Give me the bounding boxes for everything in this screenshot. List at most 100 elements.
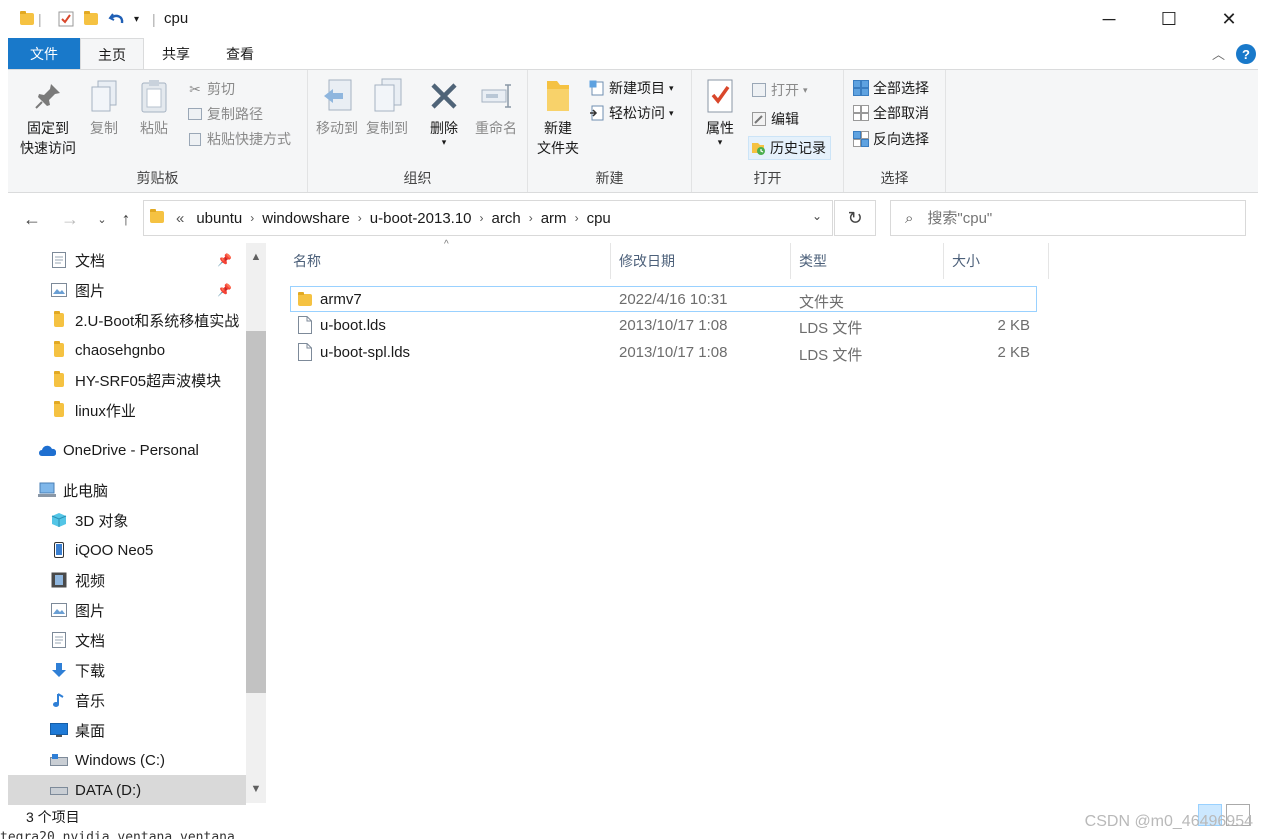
address-history-chevron-icon[interactable]: ⌄ — [812, 209, 822, 223]
copy-path-button[interactable]: 复制路径 — [186, 103, 263, 125]
new-folder-button[interactable]: 新建 文件夹 — [532, 76, 584, 158]
breadcrumb-cpu[interactable]: cpu — [581, 210, 617, 227]
customize-quick-access-icon[interactable]: ▾ — [134, 10, 139, 28]
address-overflow[interactable]: « — [170, 210, 190, 227]
nav-item-label: 音乐 — [75, 692, 106, 710]
copy-to-button[interactable]: 复制到 — [364, 76, 410, 138]
close-button[interactable]: ✕ — [1198, 0, 1260, 38]
scroll-down-icon[interactable]: ▼ — [246, 779, 266, 799]
nav-item-label: 图片 — [75, 602, 106, 620]
file-row[interactable]: u-boot-spl.lds 2013/10/17 1:08 LDS 文件 2 … — [290, 340, 1037, 366]
up-arrow-icon[interactable]: ↑ — [114, 207, 138, 231]
column-header-name[interactable]: 名称 — [290, 243, 611, 279]
address-bar[interactable]: « ubuntu › windowshare › u-boot-2013.10 › a… — [143, 200, 833, 236]
nav-item-chaosehgnbo[interactable]: chaosehgnbo — [50, 335, 165, 365]
nav-item-videos[interactable]: 视频 — [50, 565, 105, 595]
minimize-button[interactable]: ─ — [1078, 0, 1140, 38]
nav-item-music[interactable]: 音乐 — [50, 685, 105, 715]
nav-item-documents[interactable]: 文档 — [50, 625, 105, 655]
new-folder-quick-icon[interactable] — [84, 10, 98, 28]
nav-item-windows-c[interactable]: Windows (C:) — [50, 745, 165, 775]
nav-item-onedrive[interactable]: OneDrive - Personal — [38, 435, 199, 465]
breadcrumb-separator-icon[interactable]: › — [527, 211, 535, 225]
forward-arrow-icon[interactable]: → — [58, 207, 82, 231]
new-item-button[interactable]: 新建项目 ▾ — [588, 77, 674, 99]
pinned-icon: 📌 — [217, 253, 232, 267]
open-button[interactable]: 打开 ▾ — [750, 79, 808, 101]
nav-item-desktop[interactable]: 桌面 — [50, 715, 105, 745]
nav-item-linux-homework[interactable]: linux作业 — [50, 395, 136, 425]
collapse-ribbon-icon[interactable]: ︿ — [1212, 44, 1225, 63]
breadcrumb-u-boot[interactable]: u-boot-2013.10 — [364, 210, 478, 227]
nav-item-data-d[interactable]: DATA (D:) — [8, 775, 246, 805]
back-arrow-icon[interactable]: ← — [20, 207, 44, 231]
tab-view[interactable]: 查看 — [208, 38, 272, 69]
open-icon — [750, 81, 768, 99]
breadcrumb-windowshare[interactable]: windowshare — [256, 210, 356, 227]
breadcrumb-arch[interactable]: arch — [486, 210, 527, 227]
paste-icon — [137, 76, 171, 116]
maximize-button[interactable]: ☐ — [1138, 0, 1200, 38]
column-header-size[interactable]: 大小 — [949, 243, 1049, 279]
nav-item-uboot-folder[interactable]: 2.U-Boot和系统移植实战 — [50, 305, 239, 335]
properties-quick-icon[interactable] — [58, 10, 74, 28]
nav-item-3d-objects[interactable]: 3D 对象 — [50, 505, 128, 535]
properties-dropdown-icon[interactable]: ▾ — [718, 138, 723, 147]
scroll-up-icon[interactable]: ▲ — [246, 247, 266, 267]
help-icon[interactable]: ? — [1236, 44, 1256, 64]
delete-dropdown-icon[interactable]: ▾ — [442, 138, 447, 147]
breadcrumb-arm[interactable]: arm — [535, 210, 573, 227]
edit-button[interactable]: 编辑 — [750, 108, 799, 130]
background-terminal-text: tegra20 nvidia ventana ventana — [0, 830, 235, 839]
select-none-button[interactable]: 全部取消 — [852, 102, 929, 124]
nav-item-documents-quick[interactable]: 文档 📌 — [50, 245, 246, 275]
nav-item-pictures[interactable]: 图片 — [50, 595, 105, 625]
delete-button[interactable]: 删除 ▾ — [424, 76, 464, 147]
move-to-button[interactable]: 移动到 — [314, 76, 360, 138]
column-header-date[interactable]: 修改日期 — [616, 243, 791, 279]
tab-share[interactable]: 共享 — [144, 38, 208, 69]
nav-item-downloads[interactable]: 下载 — [50, 655, 105, 685]
history-button[interactable]: 历史记录 — [748, 136, 831, 160]
easy-access-button[interactable]: 轻松访问 ▾ — [588, 102, 674, 124]
tab-home[interactable]: 主页 — [80, 38, 144, 70]
breadcrumb-ubuntu[interactable]: ubuntu — [190, 210, 248, 227]
rename-label: 重命名 — [475, 120, 517, 136]
clipboard-group-label: 剪贴板 — [136, 170, 179, 186]
nav-item-pictures-quick[interactable]: 图片 📌 — [50, 275, 246, 305]
pin-label-2: 快速访问 — [20, 140, 76, 156]
paste-shortcut-button[interactable]: 粘贴快捷方式 — [186, 128, 291, 150]
nav-scrollbar-thumb[interactable] — [246, 331, 266, 693]
file-row[interactable]: u-boot.lds 2013/10/17 1:08 LDS 文件 2 KB — [290, 313, 1037, 339]
undo-icon[interactable] — [108, 10, 126, 28]
nav-item-iqoo-neo5[interactable]: iQOO Neo5 — [50, 535, 153, 565]
search-input[interactable] — [927, 209, 1218, 227]
nav-item-hy-srf05[interactable]: HY-SRF05超声波模块 — [50, 365, 221, 395]
breadcrumb-separator-icon[interactable]: › — [248, 211, 256, 225]
breadcrumb-separator-icon[interactable]: › — [478, 211, 486, 225]
column-name-label: 名称 — [293, 253, 321, 269]
file-row[interactable]: armv7 2022/4/16 10:31 文件夹 — [290, 286, 1037, 312]
nav-item-label: 下载 — [75, 662, 106, 680]
paste-button[interactable]: 粘贴 — [132, 76, 176, 138]
copy-to-icon — [370, 76, 404, 116]
nav-item-this-pc[interactable]: 此电脑 — [38, 475, 108, 505]
open-group-label: 打开 — [753, 170, 782, 186]
breadcrumb-separator-icon[interactable]: › — [356, 211, 364, 225]
column-header-type[interactable]: 类型 — [796, 243, 944, 279]
organize-group: 移动到 复制到 删除 ▾ 重命名 组织 — [308, 70, 528, 192]
cut-button[interactable]: ✂ 剪切 — [186, 78, 235, 100]
pin-quick-access-button[interactable]: 固定到 快速访问 — [16, 76, 80, 158]
properties-button[interactable]: 属性 ▾ — [698, 76, 742, 147]
invert-selection-button[interactable]: 反向选择 — [852, 128, 929, 150]
tab-file[interactable]: 文件 — [8, 38, 80, 69]
file-date: 2013/10/17 1:08 — [619, 317, 728, 334]
select-all-button[interactable]: 全部选择 — [852, 77, 929, 99]
breadcrumb-separator-icon[interactable]: › — [573, 211, 581, 225]
recent-locations-chevron-icon[interactable]: ⌄ — [90, 207, 114, 231]
rename-button[interactable]: 重命名 — [470, 76, 522, 138]
copy-button[interactable]: 复制 — [84, 76, 124, 138]
select-none-label: 全部取消 — [873, 105, 929, 121]
search-box[interactable]: ⌕ — [890, 200, 1246, 236]
refresh-icon[interactable]: ↻ — [834, 200, 876, 236]
